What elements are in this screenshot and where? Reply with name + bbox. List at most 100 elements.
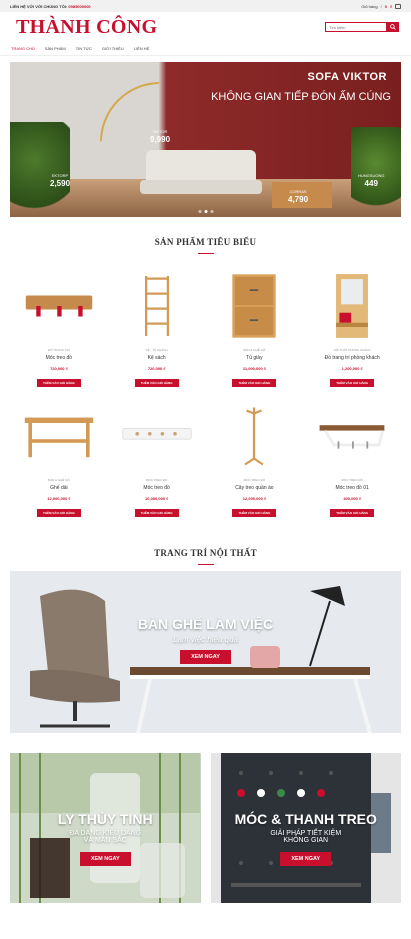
nav-about[interactable]: GIỚI THIỆU [102, 46, 124, 51]
banner-subtitle: Làm việc hiệu quả [173, 635, 238, 644]
cart-count: 0 [384, 3, 387, 9]
product-name[interactable]: Ghế dài [10, 485, 108, 491]
product-image[interactable] [303, 266, 401, 346]
nav-contact[interactable]: LIÊN HỆ [134, 46, 150, 51]
site-header: THÀNH CÔNG [0, 12, 411, 42]
price-tag: HUNGSUONG 449 [358, 173, 385, 188]
main-nav: TRANG CHỦ SẢN PHẨM TIN TỨC GIỚI THIỆU LI… [0, 42, 411, 56]
product-price: 11,000,000 ₫ [242, 366, 266, 371]
product-image[interactable] [10, 266, 108, 346]
add-to-cart-button[interactable]: THÊM VÀO GIỎ HÀNG [36, 379, 81, 387]
view-now-button[interactable]: XEM NGAY [79, 852, 131, 866]
price-tag: CORRAS 4,790 [288, 189, 308, 204]
slider-dot[interactable] [210, 210, 213, 213]
nav-news[interactable]: TIN TỨC [76, 46, 92, 51]
product-name[interactable]: Móc treo đồ [108, 485, 206, 491]
product-name[interactable]: Móc treo đồ 01 [303, 485, 401, 491]
product-image[interactable] [206, 266, 304, 346]
view-now-button[interactable]: XEM NGAY [180, 650, 231, 664]
product-card[interactable]: Bàn & Ghế gỗ Ghế dài 12,000,000 ₫ THÊM VÀO … [10, 396, 108, 526]
nav-home[interactable]: TRANG CHỦ [11, 46, 35, 51]
hero-slider[interactable]: SOFA VIKTOR KHÔNG GIAN TIẾP ĐÓN ẤM CÚNG … [10, 62, 401, 217]
product-category[interactable]: Kệ - Tủ khách [108, 348, 206, 352]
product-card[interactable]: Móc treo đồ Móc treo đồ 01 400,000 ₫ THÊM V… [303, 396, 401, 526]
product-name[interactable]: Cây treo quần áo [206, 485, 304, 491]
product-name[interactable]: Tủ giày [206, 355, 304, 361]
glass-banner[interactable]: LY THỦY TINH ĐA DẠNG KIỂU DÁNG VÀ MÀU SẮ… [10, 753, 201, 903]
section-divider [197, 564, 214, 565]
add-to-cart-button[interactable]: THÊM VÀO GIỎ HÀNG [330, 379, 375, 387]
search-form [325, 22, 399, 32]
add-to-cart-button[interactable]: THÊM VÀO GIỎ HÀNG [134, 379, 179, 387]
product-card[interactable]: Đồ trang trí Móc treo đồ 720,000 ₫ THÊM VÀO… [10, 266, 108, 396]
product-name[interactable]: Đồ trang trí phòng khách [303, 355, 401, 361]
cart-icon[interactable] [395, 3, 401, 9]
product-image[interactable] [303, 396, 401, 476]
glass-banner-content: LY THỦY TINH ĐA DẠNG KIỂU DÁNG VÀ MÀU SẮ… [10, 811, 201, 866]
add-to-cart-button[interactable]: THÊM VÀO GIỎ HÀNG [36, 509, 81, 517]
plant-image-right [351, 127, 401, 217]
product-category[interactable]: Bàn & Ghế gỗ [206, 348, 304, 352]
product-image[interactable] [108, 396, 206, 476]
product-image[interactable] [206, 396, 304, 476]
banner-subtitle: ĐA DẠNG KIỂU DÁNG [69, 830, 142, 837]
product-image[interactable] [10, 396, 108, 476]
product-category[interactable]: Móc treo đồ [303, 478, 401, 482]
product-card[interactable]: Móc treo đồ Cây treo quần áo 12,000,000 ₫ T… [206, 396, 304, 526]
add-to-cart-button[interactable]: THÊM VÀO GIỎ HÀNG [232, 379, 277, 387]
product-card[interactable]: Nội thất phòng khách Đồ trang trí phòng k… [303, 266, 401, 396]
search-icon [390, 24, 396, 30]
product-category[interactable]: Đồ trang trí [10, 348, 108, 352]
banner-subtitle: GIẢI PHÁP TIẾT KIỆM [270, 830, 342, 837]
product-card[interactable]: Móc treo đồ Móc treo đồ 10,000,000 ₫ THÊM V… [108, 396, 206, 526]
hotline[interactable]: 0985000000 [68, 4, 90, 9]
hook-banner[interactable]: MÓC & THANH TREO GIẢI PHÁP TIẾT KIỆM KHÔ… [210, 753, 402, 903]
product-category[interactable]: Móc treo đồ [206, 478, 304, 482]
banner-title: LY THỦY TINH [57, 811, 153, 827]
nav-products[interactable]: SẢN PHẨM [45, 46, 66, 51]
office-banner[interactable]: BÀN GHẾ LÀM VIỆC Làm việc hiệu quả XEM N… [10, 571, 401, 733]
slider-dot[interactable] [204, 210, 207, 213]
view-now-button[interactable]: XEM NGAY [280, 852, 332, 866]
product-price: 1,200,000 ₫ [341, 366, 363, 371]
cart-link[interactable]: Giỏ hàng / 0 ₫ [361, 3, 401, 9]
product-price: 720,000 ₫ [147, 366, 166, 371]
banner-subtitle: VÀ MÀU SẮC [83, 837, 127, 844]
search-button[interactable] [387, 22, 399, 32]
price-tag-label: CORRAS [289, 189, 307, 194]
search-input[interactable] [325, 22, 387, 32]
sub-banners: LY THỦY TINH ĐA DẠNG KIỂU DÁNG VÀ MÀU SẮ… [10, 753, 401, 903]
hook-banner-content: MÓC & THANH TREO GIẢI PHÁP TIẾT KIỆM KHÔ… [211, 811, 402, 866]
add-to-cart-button[interactable]: THÊM VÀO GIỎ HÀNG [232, 509, 277, 517]
price-tag-value: 9,990 [150, 134, 171, 144]
slider-dot[interactable] [198, 210, 201, 213]
product-category[interactable]: Móc treo đồ [108, 478, 206, 482]
product-price: 10,000,000 ₫ [145, 496, 169, 501]
price-tag-label: HUNGSUONG [358, 173, 385, 178]
plant-image [10, 122, 70, 217]
product-name[interactable]: Kệ sách [108, 355, 206, 361]
product-price: 12,000,000 ₫ [47, 496, 71, 501]
price-tag-value: 2,590 [50, 178, 71, 188]
cart-currency: ₫ [389, 3, 392, 9]
site-logo[interactable]: THÀNH CÔNG [16, 16, 157, 39]
cart-separator: / [380, 3, 382, 9]
product-card[interactable]: Kệ - Tủ khách Kệ sách 720,000 ₫ THÊM VÀO GI… [108, 266, 206, 396]
product-price: 400,000 ₫ [343, 496, 361, 501]
product-grid: Đồ trang trí Móc treo đồ 720,000 ₫ THÊM VÀO… [0, 266, 411, 526]
add-to-cart-button[interactable]: THÊM VÀO GIỎ HÀNG [330, 509, 375, 517]
sofa-image [140, 150, 262, 194]
product-price: 720,000 ₫ [50, 366, 68, 371]
add-to-cart-button[interactable]: THÊM VÀO GIỎ HÀNG [134, 509, 179, 517]
price-tag-value: 449 [364, 178, 378, 188]
hero-subtitle: KHÔNG GIAN TIẾP ĐÓN ẤM CÚNG [211, 91, 391, 103]
product-name[interactable]: Móc treo đồ [10, 355, 108, 361]
price-tag-label: EKTORP [51, 173, 69, 178]
banner-subtitle: KHÔNG GIAN [283, 837, 329, 844]
product-category[interactable]: Bàn & Ghế gỗ [10, 478, 108, 482]
office-banner-content: BÀN GHẾ LÀM VIỆC Làm việc hiệu quả XEM N… [10, 616, 401, 664]
product-card[interactable]: Bàn & Ghế gỗ Tủ giày 11,000,000 ₫ THÊM VÀO … [206, 266, 304, 396]
product-category[interactable]: Nội thất phòng khách [303, 348, 401, 352]
product-image[interactable] [108, 266, 206, 346]
top-bar: LIÊN HỆ VỚI VỚI CHÚNG TÔI: 0985000000 Gi… [0, 0, 411, 12]
